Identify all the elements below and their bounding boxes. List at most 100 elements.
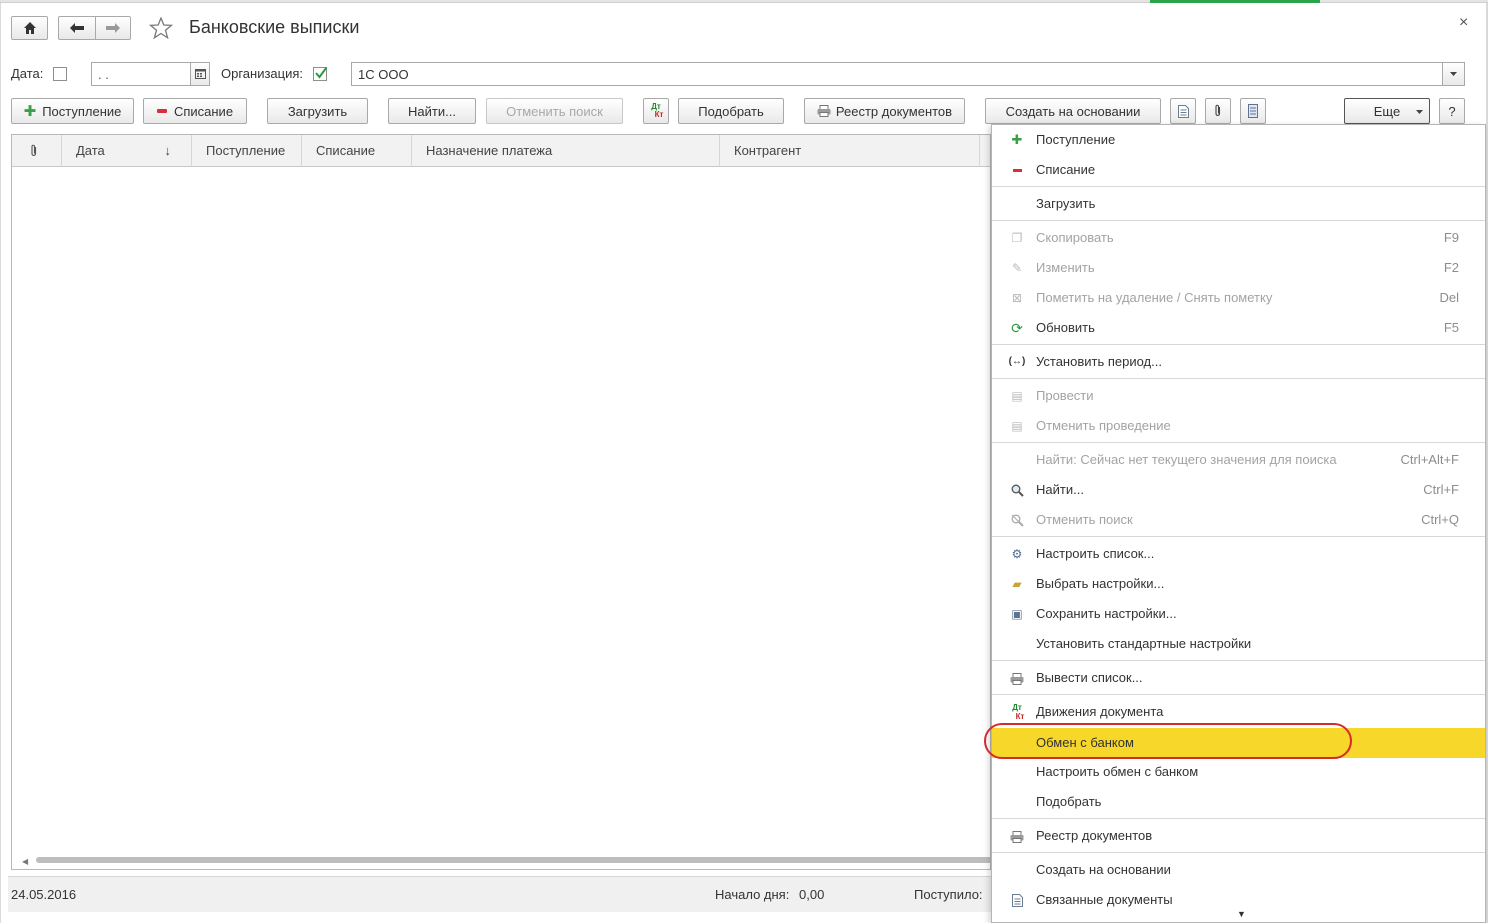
refresh-icon: ⟳ <box>1011 320 1023 336</box>
document-movements-button[interactable]: Дт Кт <box>643 98 669 124</box>
save-settings-icon: ▣ <box>1011 607 1023 621</box>
menu-item-receipt[interactable]: ✚ Поступление <box>992 125 1485 155</box>
menu-item-find-current[interactable]: Найти: Сейчас нет текущего значения для … <box>992 445 1485 475</box>
print-list-icon <box>1008 663 1026 693</box>
more-menu: ✚ Поступление Списание Загрузить ❐ Скопи… <box>991 124 1486 923</box>
plus-icon: ✚ <box>23 103 37 120</box>
pencil-icon: ✎ <box>1011 261 1023 275</box>
scroll-left-arrow[interactable]: ◀ <box>22 857 28 866</box>
menu-item-edit[interactable]: ✎ Изменить F2 <box>992 253 1485 283</box>
find-button[interactable]: Найти... <box>388 98 476 124</box>
sort-arrow-icon: ↓ <box>164 143 172 158</box>
writeoff-button[interactable]: Списание <box>143 98 247 124</box>
column-attachment[interactable] <box>12 135 62 167</box>
menu-separator <box>992 344 1485 345</box>
menu-item-mark-delete[interactable]: ⊠ Пометить на удаление / Снять пометку D… <box>992 283 1485 313</box>
receipt-button[interactable]: ✚ Поступление <box>11 98 134 124</box>
report-button[interactable] <box>1170 98 1196 124</box>
attachments-button[interactable] <box>1205 98 1231 124</box>
menu-item-set-period[interactable]: (↔) Установить период... <box>992 347 1485 377</box>
select-button[interactable]: Подобрать <box>678 98 784 124</box>
related-docs-icon <box>1008 885 1026 915</box>
column-date[interactable]: Дата ↓ <box>62 135 192 167</box>
horizontal-scrollbar[interactable] <box>36 857 990 863</box>
menu-item-post[interactable]: ▤ Провести <box>992 381 1485 411</box>
home-button[interactable] <box>11 16 48 40</box>
window-top-strip <box>0 0 1488 3</box>
checkmark-icon <box>315 66 328 79</box>
menu-item-output-list[interactable]: Вывести список... <box>992 663 1485 693</box>
menu-item-configure-bank-exchange[interactable]: Настроить обмен с банком <box>992 757 1485 787</box>
menu-item-find[interactable]: Найти... Ctrl+F <box>992 475 1485 505</box>
paperclip-icon <box>1215 104 1221 116</box>
minus-icon <box>1008 155 1026 185</box>
active-tab-accent <box>1150 0 1320 3</box>
status-date: 24.05.2016 <box>11 887 77 902</box>
day-start-label: Начало дня: <box>715 887 790 902</box>
menu-item-choose-settings[interactable]: ▰ Выбрать настройки... <box>992 569 1485 599</box>
calendar-button[interactable] <box>190 62 210 86</box>
menu-item-cancel-search[interactable]: Отменить поиск Ctrl+Q <box>992 505 1485 535</box>
arrow-right-icon <box>106 23 120 33</box>
bank-statements-table[interactable]: Дата ↓ Поступление Списание Назначение п… <box>11 134 991 870</box>
create-based-button[interactable]: Создать на основании <box>985 98 1161 124</box>
menu-item-standard-settings[interactable]: Установить стандартные настройки <box>992 629 1485 659</box>
printer-icon <box>817 105 831 117</box>
date-label: Дата: <box>11 66 44 81</box>
menu-separator <box>992 186 1485 187</box>
menu-separator <box>992 220 1485 221</box>
menu-separator <box>992 378 1485 379</box>
menu-item-refresh[interactable]: ⟳ Обновить F5 <box>992 313 1485 343</box>
page-title: Банковские выписки <box>189 17 360 37</box>
menu-scroll-down-icon[interactable]: ▼ <box>1237 909 1246 919</box>
forward-button[interactable] <box>95 16 131 40</box>
menu-separator <box>992 694 1485 695</box>
menu-separator <box>992 818 1485 819</box>
list-settings-icon: ⚙ <box>1011 547 1023 561</box>
organization-checkbox[interactable] <box>313 66 328 81</box>
menu-item-select[interactable]: Подобрать <box>992 787 1485 817</box>
menu-item-registry[interactable]: Реестр документов <box>992 821 1485 851</box>
load-button[interactable]: Загрузить <box>267 98 368 124</box>
kt-icon-text: Кт <box>654 110 664 119</box>
registry-button[interactable]: Реестр документов <box>804 98 965 124</box>
organization-dropdown-button[interactable] <box>1442 62 1465 86</box>
close-button[interactable]: × <box>1459 14 1468 32</box>
menu-separator <box>992 852 1485 853</box>
delete-mark-icon: ⊠ <box>1011 291 1023 305</box>
paperclip-icon <box>31 144 37 156</box>
menu-item-save-settings[interactable]: ▣ Сохранить настройки... <box>992 599 1485 629</box>
unpost-icon: ▤ <box>1011 419 1023 433</box>
organization-field[interactable]: 1С ООО <box>351 62 1443 86</box>
menu-item-load[interactable]: Загрузить <box>992 189 1485 219</box>
window-border-left <box>0 3 1 923</box>
column-receipt[interactable]: Поступление <box>192 135 302 167</box>
search-icon <box>1008 475 1026 505</box>
menu-item-copy[interactable]: ❐ Скопировать F9 <box>992 223 1485 253</box>
help-button[interactable]: ? <box>1439 98 1465 124</box>
date-checkbox[interactable] <box>53 67 67 81</box>
menu-item-writeoff[interactable]: Списание <box>992 155 1485 185</box>
more-button[interactable]: Еще <box>1344 98 1430 124</box>
registry-button-label: Реестр документов <box>835 103 953 119</box>
period-icon: (↔) <box>1008 356 1026 367</box>
plus-icon: ✚ <box>1011 132 1023 147</box>
menu-item-create-based[interactable]: Создать на основании <box>992 855 1485 885</box>
column-writeoff[interactable]: Списание <box>302 135 412 167</box>
column-counterparty[interactable]: Контрагент <box>720 135 980 167</box>
post-icon: ▤ <box>1011 389 1023 403</box>
menu-item-unpost[interactable]: ▤ Отменить проведение <box>992 411 1485 441</box>
menu-separator <box>992 660 1485 661</box>
arrow-left-icon <box>70 23 84 33</box>
chevron-down-icon <box>1450 72 1457 76</box>
list-view-button[interactable] <box>1240 98 1266 124</box>
back-button[interactable] <box>58 16 95 40</box>
cancel-search-button[interactable]: Отменить поиск <box>486 98 623 124</box>
favorite-button[interactable] <box>148 16 174 42</box>
column-date-label: Дата <box>76 143 105 158</box>
receipt-button-label: Поступление <box>42 103 122 119</box>
table-header: Дата ↓ Поступление Списание Назначение п… <box>12 135 990 167</box>
date-field[interactable]: . . <box>91 62 191 86</box>
column-payment-purpose[interactable]: Назначение платежа <box>412 135 720 167</box>
menu-item-configure-list[interactable]: ⚙ Настроить список... <box>992 539 1485 569</box>
